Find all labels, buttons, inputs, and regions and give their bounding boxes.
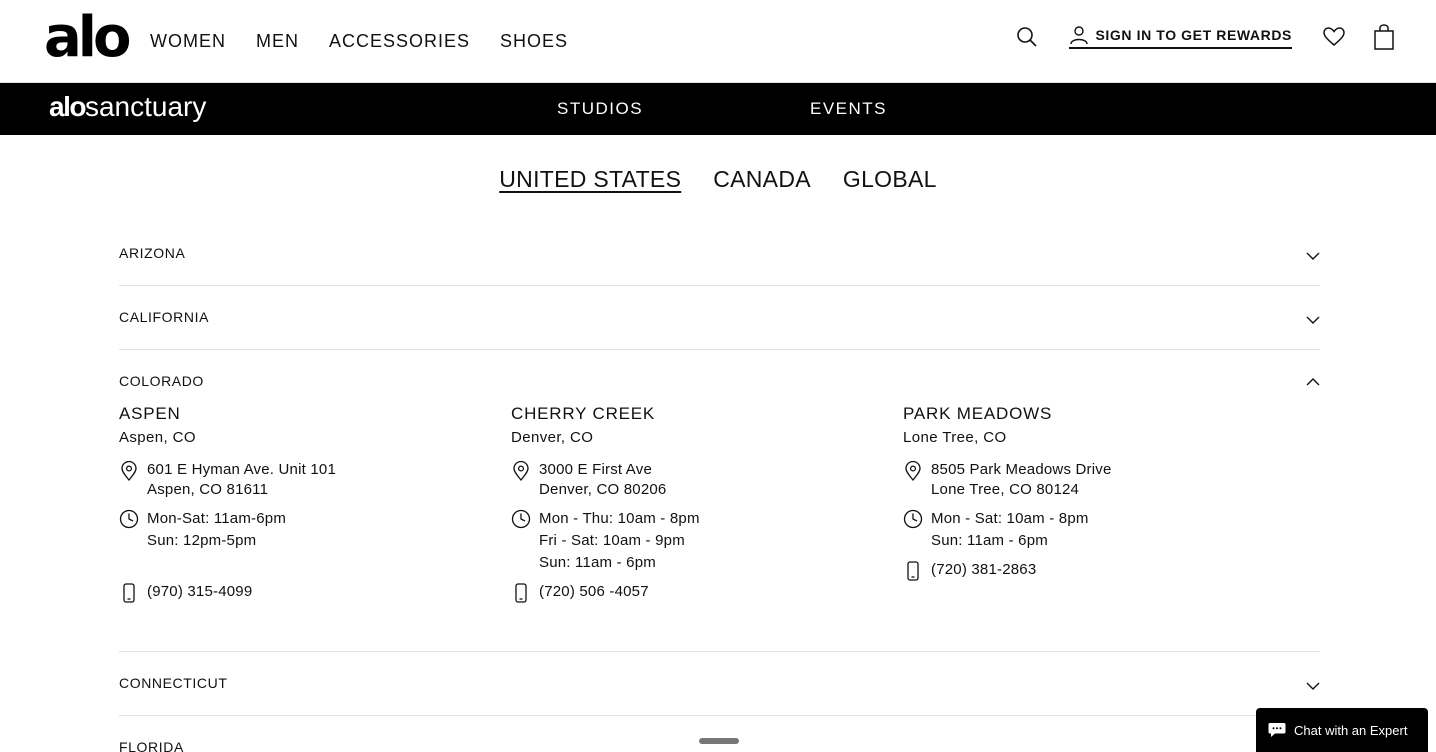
location-pin-icon — [119, 460, 139, 482]
clock-icon — [511, 509, 531, 529]
hours-line: Sun: 12pm-5pm — [147, 532, 257, 549]
phone-number: (720) 506 -4057 — [539, 583, 649, 600]
state-accordion: ARIZONA CALIFORNIA COLORADO ASPEN Aspen,… — [119, 222, 1320, 752]
phone-number: (970) 315-4099 — [147, 583, 253, 600]
search-icon[interactable] — [1015, 25, 1039, 49]
accordion-colorado-header[interactable]: COLORADO — [119, 350, 1320, 400]
address-line-1: 601 E Hyman Ave. Unit 101 — [147, 461, 336, 478]
clock-icon — [119, 509, 139, 529]
sign-in-link[interactable]: SIGN IN TO GET REWARDS — [1069, 25, 1292, 49]
nav-events[interactable]: EVENTS — [810, 99, 887, 119]
nav-men[interactable]: MEN — [256, 30, 299, 52]
hours-line: Fri - Sat: 10am - 9pm — [539, 532, 685, 549]
state-title: CALIFORNIA — [119, 309, 210, 325]
store-card: ASPEN Aspen, CO 601 E Hyman Ave. Unit 10… — [119, 404, 511, 603]
clock-icon — [903, 509, 923, 529]
user-icon — [1069, 25, 1089, 45]
sanctuary-logo-bold: alo — [49, 91, 86, 122]
accordion-arizona[interactable]: ARIZONA — [119, 222, 1320, 286]
nav-studios[interactable]: STUDIOS — [557, 99, 643, 119]
accordion-connecticut[interactable]: CONNECTICUT — [119, 652, 1320, 716]
location-pin-icon — [511, 460, 531, 482]
store-card: PARK MEADOWS Lone Tree, CO 8505 Park Mea… — [903, 404, 1295, 602]
country-tabs: UNITED STATES CANADA GLOBAL — [0, 165, 1436, 193]
shopping-bag-icon[interactable] — [1372, 24, 1396, 50]
accordion-colorado: COLORADO ASPEN Aspen, CO 601 E Hyman Ave… — [119, 350, 1320, 652]
store-city: Lone Tree, CO — [903, 429, 1007, 446]
hours-line: Mon - Thu: 10am - 8pm — [539, 510, 700, 527]
tab-united-states[interactable]: UNITED STATES — [499, 165, 681, 193]
store-city: Aspen, CO — [119, 429, 196, 446]
address-line-2: Denver, CO 80206 — [539, 481, 667, 498]
state-title: COLORADO — [119, 373, 204, 389]
store-city: Denver, CO — [511, 429, 594, 446]
heart-icon[interactable] — [1322, 25, 1346, 49]
hours-line: Sun: 11am - 6pm — [539, 554, 656, 571]
state-title: ARIZONA — [119, 245, 186, 261]
nav-shoes[interactable]: SHOES — [500, 30, 568, 52]
store-name: PARK MEADOWS — [903, 404, 1053, 423]
alo-sanctuary-logo[interactable]: alosanctuary — [49, 91, 206, 123]
address-line-1: 3000 E First Ave — [539, 461, 652, 478]
hours-line: Sun: 11am - 6pm — [931, 532, 1048, 549]
nav-women[interactable]: WOMEN — [150, 30, 226, 52]
accordion-california[interactable]: CALIFORNIA — [119, 286, 1320, 350]
site-header: alo WOMEN MEN ACCESSORIES SHOES SIGN IN … — [0, 0, 1436, 83]
store-phone[interactable]: (970) 315-4099 — [119, 582, 511, 603]
hours-line: Mon - Sat: 10am - 8pm — [931, 510, 1089, 527]
location-pin-icon — [903, 460, 923, 482]
phone-number: (720) 381-2863 — [931, 561, 1037, 578]
accordion-florida[interactable]: FLORIDA — [119, 716, 1320, 752]
store-phone[interactable]: (720) 381-2863 — [903, 560, 1295, 581]
phone-icon — [511, 583, 531, 603]
alo-logo[interactable]: alo — [44, 10, 131, 66]
store-address[interactable]: 601 E Hyman Ave. Unit 101 Aspen, CO 8161… — [119, 460, 511, 500]
header-actions: SIGN IN TO GET REWARDS — [1015, 24, 1396, 50]
address-line-1: 8505 Park Meadows Drive — [931, 461, 1112, 478]
chat-label: Chat with an Expert — [1294, 722, 1408, 738]
phone-icon — [119, 583, 139, 603]
chevron-down-icon — [1306, 312, 1320, 324]
store-list: ASPEN Aspen, CO 601 E Hyman Ave. Unit 10… — [119, 404, 1320, 603]
sanctuary-logo-light: sanctuary — [84, 91, 207, 122]
state-title: FLORIDA — [119, 739, 184, 752]
sanctuary-bar: alosanctuary STUDIOS EVENTS — [0, 83, 1436, 135]
address-line-2: Lone Tree, CO 80124 — [931, 481, 1080, 498]
tab-canada[interactable]: CANADA — [713, 165, 811, 193]
store-phone[interactable]: (720) 506 -4057 — [511, 582, 903, 603]
hours-line: Mon-Sat: 11am-6pm — [147, 510, 287, 527]
state-title: CONNECTICUT — [119, 675, 228, 691]
sign-in-label: SIGN IN TO GET REWARDS — [1095, 27, 1292, 43]
chat-with-expert-button[interactable]: Chat with an Expert — [1256, 708, 1428, 752]
chevron-down-icon — [1306, 248, 1320, 260]
store-address[interactable]: 3000 E First Ave Denver, CO 80206 — [511, 460, 903, 500]
store-hours: Mon - Sat: 10am - 8pm Sun: 11am - 6pm — [903, 508, 1295, 552]
store-name: ASPEN — [119, 404, 181, 423]
main-nav: WOMEN MEN ACCESSORIES SHOES — [150, 30, 568, 52]
store-hours: Mon - Thu: 10am - 8pm Fri - Sat: 10am - … — [511, 508, 903, 574]
chevron-up-icon — [1306, 374, 1320, 386]
store-address[interactable]: 8505 Park Meadows Drive Lone Tree, CO 80… — [903, 460, 1295, 500]
nav-accessories[interactable]: ACCESSORIES — [329, 30, 470, 52]
chat-bubble-icon — [1268, 722, 1286, 738]
scroll-handle[interactable] — [699, 738, 739, 744]
chevron-down-icon — [1306, 678, 1320, 690]
store-card: CHERRY CREEK Denver, CO 3000 E First Ave… — [511, 404, 903, 603]
address-line-2: Aspen, CO 81611 — [147, 481, 269, 498]
tab-global[interactable]: GLOBAL — [843, 165, 937, 193]
phone-icon — [903, 561, 923, 581]
store-name: CHERRY CREEK — [511, 404, 656, 423]
store-hours: Mon-Sat: 11am-6pm Sun: 12pm-5pm — [119, 508, 511, 552]
